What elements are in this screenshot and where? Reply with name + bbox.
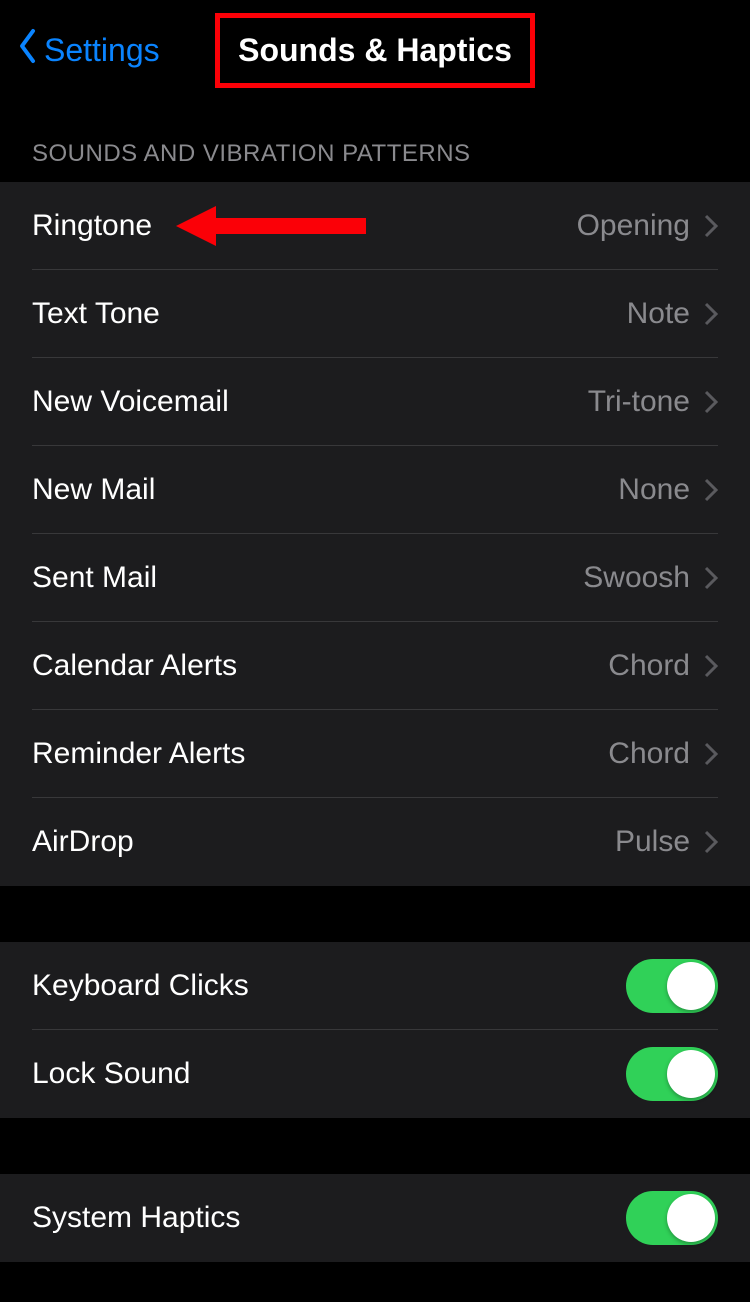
toggle-switch[interactable] [626, 1047, 718, 1101]
row-value: Chord [608, 649, 690, 683]
group-spacer [0, 886, 750, 942]
sound-row[interactable]: New Voicemail Tri-tone [0, 358, 750, 446]
row-label: Reminder Alerts [32, 737, 245, 771]
row-label: Text Tone [32, 297, 160, 331]
arrow-annotation-icon [176, 204, 366, 248]
group-spacer [0, 1118, 750, 1174]
row-label: Keyboard Clicks [32, 969, 249, 1003]
row-label: New Voicemail [32, 385, 229, 419]
sound-row[interactable]: Reminder Alerts Chord [0, 710, 750, 798]
page-title: Sounds & Haptics [220, 18, 530, 83]
nav-bar: Settings Sounds & Haptics [0, 0, 750, 100]
title-annotation-box: Sounds & Haptics [215, 13, 535, 88]
row-value: Chord [608, 737, 690, 771]
row-label: Sent Mail [32, 561, 157, 595]
toggle-row: Lock Sound [0, 1030, 750, 1118]
row-label: AirDrop [32, 825, 134, 859]
row-value: Tri-tone [588, 385, 690, 419]
row-value: Pulse [615, 825, 690, 859]
chevron-right-icon [704, 390, 718, 414]
row-value: Opening [577, 209, 690, 243]
sound-row[interactable]: Ringtone Opening [0, 182, 750, 270]
chevron-right-icon [704, 830, 718, 854]
toggle-row: Keyboard Clicks [0, 942, 750, 1030]
sound-row[interactable]: New Mail None [0, 446, 750, 534]
toggle-switch[interactable] [626, 1191, 718, 1245]
sound-row[interactable]: AirDrop Pulse [0, 798, 750, 886]
sound-rows-group: Ringtone Opening Text Tone Note New Voicemai… [0, 182, 750, 886]
toggle-row: System Haptics [0, 1174, 750, 1262]
toggle-rows-group-1: Keyboard Clicks Lock Sound [0, 942, 750, 1118]
chevron-right-icon [704, 214, 718, 238]
row-label: Lock Sound [32, 1057, 190, 1091]
toggle-switch[interactable] [626, 959, 718, 1013]
back-label: Settings [44, 32, 160, 69]
chevron-right-icon [704, 742, 718, 766]
row-label: System Haptics [32, 1201, 240, 1235]
row-value: Swoosh [583, 561, 690, 595]
row-label: New Mail [32, 473, 155, 507]
sound-row[interactable]: Text Tone Note [0, 270, 750, 358]
row-value: Note [627, 297, 690, 331]
section-header-sounds: SOUNDS AND VIBRATION PATTERNS [0, 100, 750, 182]
chevron-right-icon [704, 478, 718, 502]
toggle-rows-group-2: System Haptics [0, 1174, 750, 1262]
sound-row[interactable]: Sent Mail Swoosh [0, 534, 750, 622]
chevron-right-icon [704, 654, 718, 678]
chevron-right-icon [704, 566, 718, 590]
chevron-right-icon [704, 302, 718, 326]
back-button[interactable]: Settings [18, 0, 160, 100]
sound-row[interactable]: Calendar Alerts Chord [0, 622, 750, 710]
row-value: None [618, 473, 690, 507]
chevron-left-icon [18, 28, 38, 72]
row-label: Ringtone [32, 209, 152, 243]
row-label: Calendar Alerts [32, 649, 237, 683]
